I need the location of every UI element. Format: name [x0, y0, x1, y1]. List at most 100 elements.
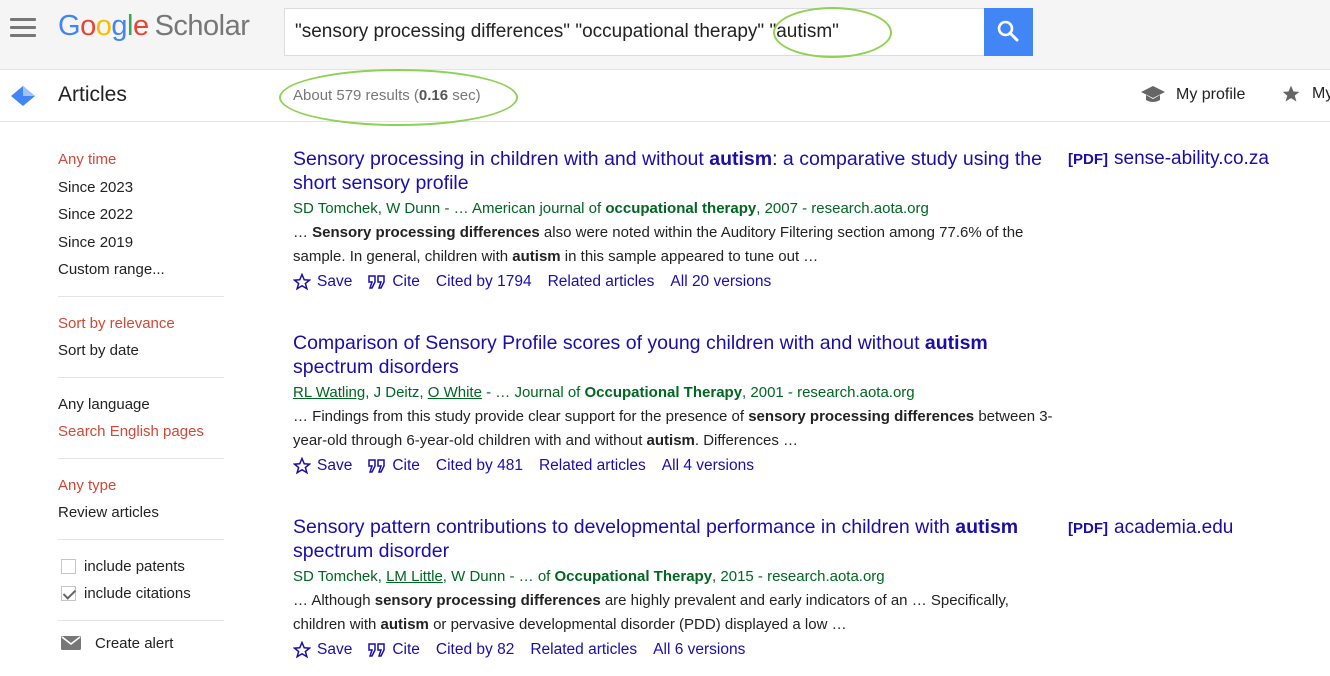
divider — [58, 538, 224, 540]
save-label: Save — [317, 273, 353, 290]
filter-any-type[interactable]: Any type — [58, 472, 224, 500]
logo-letter: o — [95, 10, 112, 42]
section-title: Articles — [58, 83, 127, 106]
text-run[interactable]: RL Watling — [293, 384, 365, 401]
highlighted-term: autism — [924, 332, 988, 354]
create-alert-label: Create alert — [95, 634, 174, 652]
all-versions-link[interactable]: All 20 versions — [670, 271, 771, 293]
divider — [58, 619, 224, 621]
include-citations-option[interactable]: include citations — [61, 580, 224, 608]
search-result: Sensory processing in children with and … — [293, 147, 1063, 293]
highlighted-term: sensory processing differences — [748, 408, 975, 425]
cite-button[interactable]: Cite — [368, 639, 420, 661]
cite-button[interactable]: Cite — [368, 271, 420, 293]
text-run: SD Tomchek, W Dunn — [293, 200, 441, 217]
logo-letter: o — [80, 10, 96, 42]
sort-by-relevance[interactable]: Sort by relevance — [58, 310, 224, 338]
filter-any-language[interactable]: Any language — [58, 391, 224, 419]
all-versions-link[interactable]: All 4 versions — [662, 455, 754, 477]
cited-by-link[interactable]: Cited by 1794 — [436, 271, 532, 293]
pdf-source: academia.edu — [1114, 517, 1234, 538]
divider — [58, 376, 224, 378]
pdf-link[interactable]: [PDF] academia.edu — [1068, 517, 1233, 539]
save-button[interactable]: Save — [293, 271, 352, 293]
filter-since-2023[interactable]: Since 2023 — [58, 174, 224, 202]
highlighted-term: autism — [380, 616, 429, 633]
related-articles-link[interactable]: Related articles — [539, 455, 646, 477]
save-label: Save — [317, 457, 353, 474]
text-run: spectrum disorders — [293, 356, 459, 378]
articles-icon — [11, 86, 35, 106]
graduation-cap-icon — [1141, 86, 1165, 102]
search-result: Sensory pattern contributions to develop… — [293, 515, 1063, 661]
text-run: , J Deitz, — [365, 384, 428, 401]
text-run: Sensory processing in children with and … — [293, 148, 710, 170]
filter-custom-range[interactable]: Custom range... — [58, 256, 224, 284]
search-button[interactable] — [984, 8, 1033, 56]
filter-english-pages[interactable]: Search English pages — [58, 418, 224, 446]
results-count-suffix: sec) — [448, 87, 481, 104]
text-run: . Differences … — [694, 432, 798, 449]
my-profile-link[interactable]: My profile — [1140, 84, 1245, 106]
star-outline-icon — [293, 457, 311, 475]
text-run: Comparison of Sensory Profile scores of … — [293, 332, 925, 354]
my-library-link[interactable]: My library — [1280, 84, 1330, 104]
filter-review-articles[interactable]: Review articles — [58, 499, 224, 527]
result-snippet: … Although sensory processing difference… — [293, 589, 1063, 637]
results-time: 0.16 — [418, 87, 449, 104]
result-title-link[interactable]: Sensory pattern contributions to develop… — [293, 515, 1063, 563]
include-patents-checkbox[interactable] — [61, 558, 76, 574]
text-run: … — [293, 224, 313, 241]
include-citations-checkbox[interactable] — [61, 586, 76, 602]
language-filter-group: Any language Search English pages — [58, 391, 224, 446]
cite-label: Cite — [392, 641, 420, 658]
text-run[interactable]: O White — [428, 384, 482, 401]
my-library-label: My library — [1312, 85, 1330, 103]
highlighted-term: Occupational Therapy — [584, 384, 743, 401]
text-run: - … Journal of — [481, 384, 585, 401]
logo-scholar-text: Scholar — [154, 10, 250, 42]
text-run: - … American journal of — [440, 200, 606, 217]
save-button[interactable]: Save — [293, 455, 352, 477]
cite-button[interactable]: Cite — [368, 455, 420, 477]
highlighted-term: autism — [955, 516, 1019, 538]
save-button[interactable]: Save — [293, 639, 352, 661]
cite-label: Cite — [392, 457, 420, 474]
cited-by-link[interactable]: Cited by 82 — [436, 639, 514, 661]
menu-icon[interactable] — [10, 18, 36, 38]
include-citations-label: include citations — [84, 585, 191, 602]
create-alert-link[interactable]: Create alert — [61, 635, 224, 652]
sort-by-date[interactable]: Sort by date — [58, 337, 224, 365]
highlighted-term: autism — [646, 432, 695, 449]
text-run[interactable]: LM Little — [386, 568, 443, 585]
search-input[interactable] — [285, 9, 984, 55]
related-articles-link[interactable]: Related articles — [530, 639, 637, 661]
result-authors-source: SD Tomchek, W Dunn - … American journal … — [293, 199, 1063, 219]
filter-since-2019[interactable]: Since 2019 — [58, 229, 224, 257]
filter-any-time[interactable]: Any time — [58, 146, 224, 174]
top-header: Google Scholar — [0, 0, 1330, 70]
cited-by-link[interactable]: Cited by 481 — [436, 455, 523, 477]
highlighted-term: Occupational Therapy — [554, 568, 713, 585]
include-patents-option[interactable]: include patents — [61, 553, 224, 581]
pdf-link[interactable]: [PDF] sense-ability.co.za — [1068, 148, 1269, 170]
pdf-tag: [PDF] — [1068, 520, 1108, 537]
envelope-icon — [61, 636, 81, 650]
highlighted-term: occupational therapy — [605, 200, 757, 217]
result-title-link[interactable]: Comparison of Sensory Profile scores of … — [293, 331, 1063, 379]
logo-letter: G — [58, 10, 81, 42]
result-authors-source: SD Tomchek, LM Little, W Dunn - … of Occ… — [293, 567, 1063, 587]
filter-since-2022[interactable]: Since 2022 — [58, 201, 224, 229]
quote-icon — [368, 275, 386, 289]
text-run: Sensory pattern contributions to develop… — [293, 516, 956, 538]
text-run: , 2015 - research.aota.org — [712, 568, 885, 585]
result-actions: Save Cite Cited by 1794 Related articles… — [293, 271, 1063, 293]
star-icon — [1282, 85, 1300, 102]
text-run: , 2001 - research.aota.org — [742, 384, 915, 401]
result-title-link[interactable]: Sensory processing in children with and … — [293, 147, 1063, 195]
result-snippet: … Findings from this study provide clear… — [293, 405, 1063, 453]
text-run: or pervasive developmental disorder (PDD… — [428, 616, 847, 633]
all-versions-link[interactable]: All 6 versions — [653, 639, 745, 661]
related-articles-link[interactable]: Related articles — [548, 271, 655, 293]
google-scholar-logo[interactable]: Google Scholar — [58, 10, 250, 43]
